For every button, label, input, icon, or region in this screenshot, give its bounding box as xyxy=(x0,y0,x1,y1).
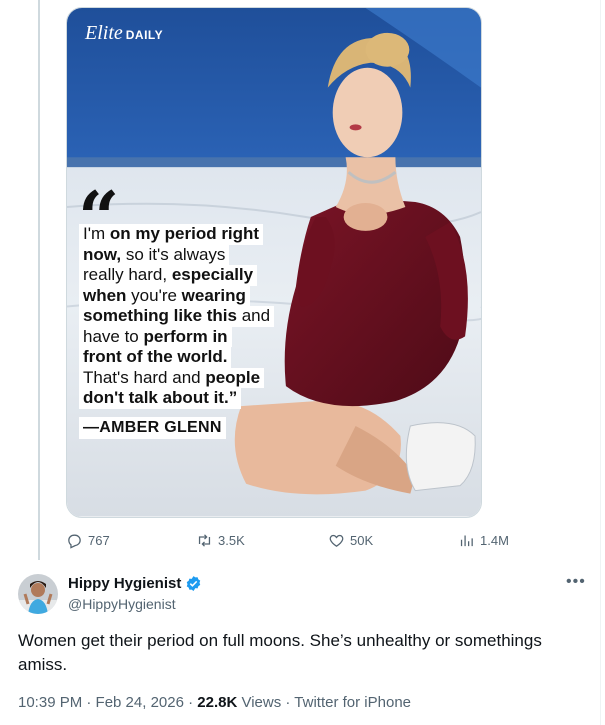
display-name[interactable]: Hippy Hygienist xyxy=(68,575,181,592)
more-icon[interactable]: ••• xyxy=(566,573,586,591)
verified-badge-icon xyxy=(187,576,201,591)
brand-word: DAILY xyxy=(125,28,164,42)
quote-line: That's hard and people xyxy=(79,367,265,388)
avatar[interactable] xyxy=(18,574,58,614)
tweet-metadata: 10:39 PM · Feb 24, 2026 · 22.8K Views · … xyxy=(18,694,411,711)
column-border xyxy=(600,0,601,725)
tweet-text: Women get their period on full moons. Sh… xyxy=(18,631,542,674)
timestamp-link[interactable]: 10:39 PM · Feb 24, 2026 · xyxy=(18,694,197,711)
quote-segment: wearing xyxy=(181,285,246,305)
quote-line: I'm on my period right xyxy=(79,224,264,245)
quote-segment: I'm xyxy=(83,224,110,243)
source-label: · Twitter for iPhone xyxy=(281,694,412,711)
reply-button[interactable]: 767 xyxy=(66,532,110,549)
quote-segment: really hard, xyxy=(83,265,172,284)
brand-script: Elite xyxy=(85,22,123,44)
quote-segment: and xyxy=(236,306,271,325)
views-icon xyxy=(460,535,473,547)
views-total: 22.8K xyxy=(197,694,238,711)
reply-count: 767 xyxy=(88,533,110,548)
quote-line: when you're wearing xyxy=(79,285,250,306)
quote-segment: That's hard and xyxy=(83,367,206,387)
quote-line: have to perform in xyxy=(79,326,232,347)
quote-line: really hard, especially xyxy=(79,265,258,286)
like-button[interactable]: 50K xyxy=(328,532,373,549)
tweet-action-bar: 767 3.5K 50K 1.4M xyxy=(66,532,526,552)
quote-attribution: —AMBER GLENN xyxy=(79,416,226,439)
quote-segment: especially xyxy=(171,265,254,284)
elite-daily-logo: Elite DAILY xyxy=(85,22,163,45)
quote-segment: so it's always xyxy=(121,244,226,264)
quote-segment: front of the world. xyxy=(83,347,228,366)
avatar-image xyxy=(18,574,58,614)
quote-segment: perform in xyxy=(143,326,228,346)
quote-segment: on my period right xyxy=(109,224,260,243)
thread-connector-line xyxy=(38,0,40,560)
like-icon xyxy=(329,534,344,547)
views-button[interactable]: 1.4M xyxy=(458,532,509,549)
views-count: 1.4M xyxy=(480,533,509,548)
tweet-media-image[interactable]: Elite DAILY “ I'm on my period right now,… xyxy=(66,7,482,518)
quote-line: now, so it's always xyxy=(79,244,230,265)
quote-block: I'm on my period right now, so it's alway… xyxy=(79,224,309,439)
quote-line: front of the world. xyxy=(79,347,232,368)
quote-segment: something like this xyxy=(83,306,237,325)
reply-icon xyxy=(68,534,81,549)
quote-segment: people xyxy=(205,367,261,387)
repost-icon xyxy=(198,534,211,547)
quote-segment: when xyxy=(83,285,127,305)
quote-segment: don't talk about it.” xyxy=(83,388,238,407)
quote-segment: have to xyxy=(83,326,144,346)
like-count: 50K xyxy=(350,533,374,548)
quote-line: don't talk about it.” xyxy=(79,388,242,409)
repost-count: 3.5K xyxy=(218,533,245,548)
author-row: Hippy Hygienist xyxy=(68,575,202,592)
repost-button[interactable]: 3.5K xyxy=(196,532,245,549)
quote-line: something like this and xyxy=(79,306,275,327)
quote-segment: you're xyxy=(126,285,182,305)
views-label: Views xyxy=(237,694,282,711)
quote-segment: now, xyxy=(83,244,122,264)
user-handle[interactable]: @HippyHygienist xyxy=(68,596,176,612)
